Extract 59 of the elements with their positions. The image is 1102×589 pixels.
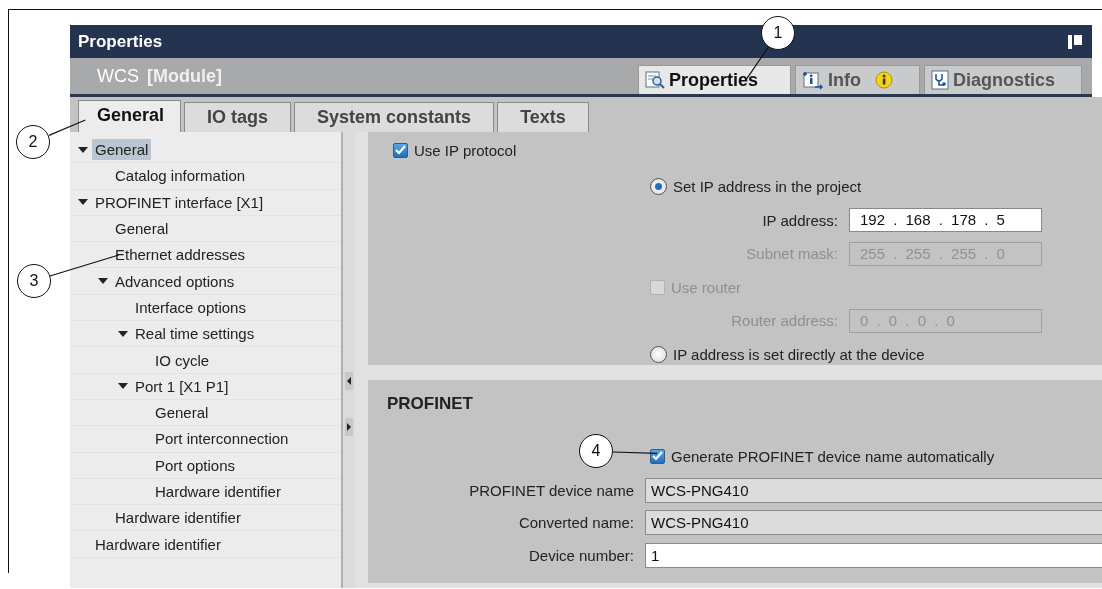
field-label: IP address: <box>761 211 838 229</box>
text-field[interactable]: 1 <box>645 542 1102 568</box>
tree-item[interactable]: Real time settings <box>132 323 258 345</box>
field-label: PROFINET device name <box>468 481 634 499</box>
radio-button[interactable] <box>650 345 667 363</box>
stethoscope-icon <box>930 70 949 90</box>
tree-item[interactable]: General <box>92 139 152 161</box>
tree-item[interactable]: Port 1 [X1 P1] <box>132 375 232 397</box>
text-field[interactable]: WCS-PNG410 <box>645 510 1102 536</box>
expand-right-icon[interactable] <box>345 418 353 436</box>
view-tab[interactable]: Info <box>794 65 920 94</box>
caret-icon[interactable] <box>78 145 88 154</box>
tree-item[interactable]: PROFINET interface [X1] <box>92 191 267 213</box>
collapse-left-icon[interactable] <box>345 372 353 390</box>
callout-number: 3 <box>17 264 51 298</box>
tree-item[interactable]: Port options <box>152 454 239 476</box>
layout-icon[interactable] <box>1068 34 1082 49</box>
tree-item[interactable]: IO cycle <box>152 349 213 371</box>
tab[interactable]: System constants <box>294 102 495 132</box>
caret-icon[interactable] <box>98 277 108 286</box>
object-name: WCS [Module] <box>97 65 222 87</box>
tab[interactable]: IO tags <box>184 102 292 132</box>
tree-item[interactable]: Catalog information <box>112 165 249 187</box>
tree-item[interactable]: Hardware identifier <box>92 533 224 555</box>
tree-item[interactable]: Advanced options <box>112 270 238 292</box>
checkbox[interactable] <box>393 142 408 158</box>
info-badge-icon <box>874 71 893 89</box>
tree-item[interactable]: Ethernet addresses <box>112 244 249 266</box>
leader-line <box>48 120 86 137</box>
radio-button[interactable] <box>650 178 667 196</box>
tree-item[interactable]: Hardware identifier <box>112 507 244 529</box>
tree-item[interactable]: General <box>112 218 172 240</box>
caret-icon[interactable] <box>118 382 128 391</box>
checkbox-label: Generate PROFINET device name automatically <box>671 447 995 465</box>
leader-line <box>613 451 658 454</box>
view-tab[interactable]: Diagnostics <box>923 65 1082 94</box>
tree-item[interactable]: Port interconnection <box>152 428 292 450</box>
tab[interactable]: Texts <box>497 102 589 132</box>
callout-number: 1 <box>761 16 795 50</box>
radio-label: IP address is set directly at the device <box>673 345 925 363</box>
caret-icon[interactable] <box>78 198 88 207</box>
tree-item[interactable]: General <box>152 402 212 424</box>
section-title: PROFINET <box>387 394 474 415</box>
tree-item[interactable]: Interface options <box>132 296 249 318</box>
ip-address-field[interactable]: 192 . 168 . 178 . 5 <box>849 208 1042 233</box>
tab[interactable]: General <box>78 100 182 132</box>
checkbox[interactable] <box>650 448 665 464</box>
tree-item[interactable]: Hardware identifier <box>152 481 284 502</box>
view-tab[interactable]: Properties <box>637 65 791 94</box>
text-field[interactable]: WCS-PNG410 <box>645 477 1102 503</box>
panel-title: Properties <box>78 31 163 52</box>
document-magnifier-icon <box>644 71 665 89</box>
field-label: Converted name: <box>517 514 634 532</box>
callout-number: 2 <box>16 125 50 159</box>
info-arrows-icon <box>801 70 824 90</box>
field-label: Device number: <box>527 546 634 564</box>
checkbox-label: Use IP protocol <box>414 141 517 159</box>
caret-icon[interactable] <box>118 329 128 338</box>
radio-label: Set IP address in the project <box>673 178 862 196</box>
